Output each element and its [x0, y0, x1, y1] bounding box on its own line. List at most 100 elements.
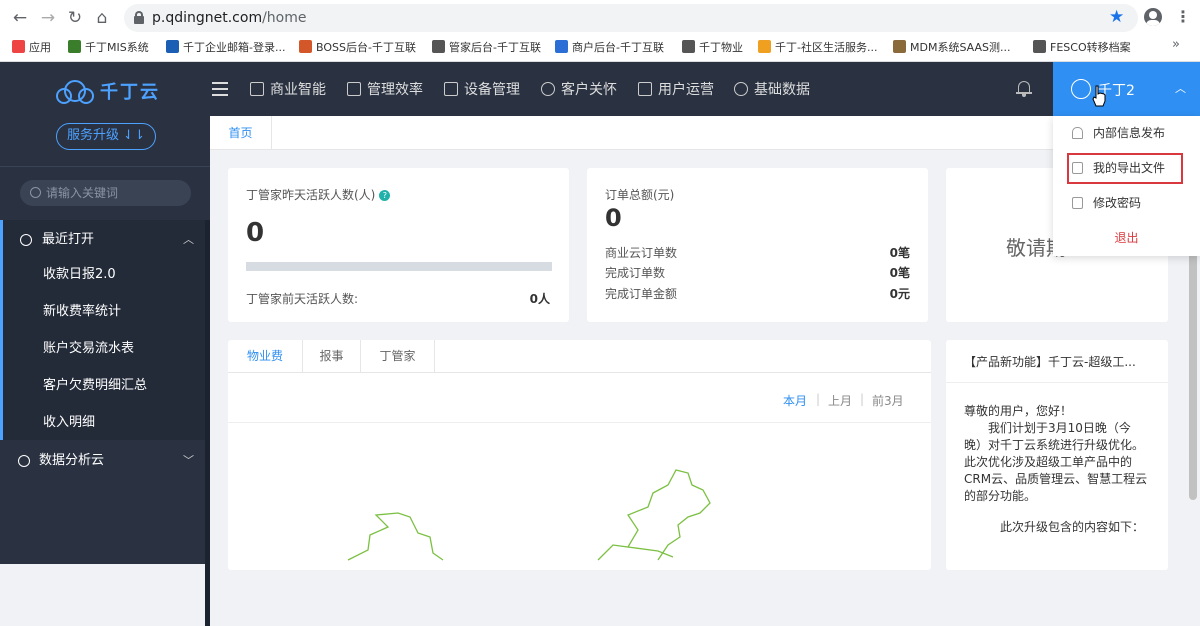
recent-item[interactable]: 新收费率统计 — [43, 295, 193, 329]
bookmark-item[interactable]: 千丁MIS系统 — [68, 39, 149, 55]
card-title-text: 丁管家昨天活跃人数(人) — [246, 188, 376, 202]
bookmark-item[interactable]: FESCO转移档案 — [1033, 39, 1131, 55]
page-tabs: 首页 — [210, 116, 1200, 150]
lock-icon — [134, 11, 144, 24]
bookmark-star-icon[interactable]: ★ — [1109, 7, 1124, 27]
heart-icon — [541, 82, 555, 96]
bookmark-favicon-icon — [166, 40, 179, 53]
bookmark-favicon-icon — [893, 40, 906, 53]
upgrade-button[interactable]: 服务升级 ⇃⇂ — [56, 123, 156, 150]
recent-group: 最近打开 ︿ 收款日报2.0 新收费率统计 账户交易流水表 客户欠费明细汇总 收… — [0, 220, 205, 440]
stats-panel: 物业费 报事 丁管家 本月 | 上月 | 前3月 — [228, 340, 931, 570]
browser-chrome: ← → ↻ ⌂ p.qdingnet.com/home ★ ⋮ 应用 千丁MIS系… — [0, 0, 1200, 62]
bookmark-item[interactable]: MDM系统SAAS测... — [893, 39, 1010, 55]
bookmark-item[interactable]: BOSS后台-千丁互联 — [299, 39, 416, 55]
filter-separator: | — [816, 392, 821, 406]
bookmark-favicon-icon — [68, 40, 81, 53]
bookmark-label: 管家后台-千丁互联 — [449, 41, 541, 54]
divider — [0, 166, 210, 167]
filter-last-3-months[interactable]: 前3月 — [872, 392, 904, 409]
reload-icon[interactable]: ↻ — [66, 9, 84, 27]
user-dropdown: 内部信息发布 我的导出文件 修改密码 退出 — [1053, 116, 1200, 256]
tab-home[interactable]: 首页 — [210, 116, 272, 150]
back-icon[interactable]: ← — [11, 9, 29, 27]
menu-item-change-password[interactable]: 修改密码 — [1053, 186, 1200, 220]
user-menu-button[interactable]: 千丁2 ︿ — [1053, 62, 1200, 116]
bookmarks-overflow-icon[interactable]: » — [1172, 37, 1180, 52]
logo-text: 千丁云 — [100, 82, 160, 103]
highlight-box — [1067, 153, 1183, 184]
active-users-card: 丁管家昨天活跃人数(人)? 0 丁管家前天活跃人数: 0人 — [228, 168, 569, 322]
menu-item-label: 内部信息发布 — [1093, 126, 1166, 140]
forward-icon[interactable]: → — [39, 9, 57, 27]
news-line: 此次升级包含的内容如下： — [964, 520, 1145, 534]
search-icon — [30, 187, 41, 198]
news-line: 我们计划于3月10日晚（今晚）对千丁云系统进行升级优化。此次优化涉及超级工单产品… — [964, 421, 1148, 503]
bookmark-label: MDM系统SAAS测... — [910, 41, 1011, 54]
bookmark-item[interactable]: 千丁物业 — [682, 39, 743, 55]
bookmark-label: FESCO转移档案 — [1050, 41, 1131, 54]
news-title[interactable]: 【产品新功能】千丁云-超级工... — [964, 353, 1136, 370]
filter-this-month[interactable]: 本月 — [783, 392, 807, 409]
nav-label: 设备管理 — [464, 82, 520, 98]
logo[interactable]: 千丁云 — [56, 78, 160, 108]
filter-last-month[interactable]: 上月 — [828, 392, 852, 409]
chevron-up-icon: ︿ — [183, 233, 194, 246]
nav-label: 基础数据 — [754, 82, 810, 98]
bookmark-label: BOSS后台-千丁互联 — [316, 41, 416, 54]
divider — [228, 422, 931, 423]
progress-bar — [246, 262, 552, 271]
home-icon[interactable]: ⌂ — [93, 9, 111, 27]
nav-user-operation[interactable]: 用户运营 — [638, 79, 714, 99]
footer-label: 丁管家前天活跃人数: — [246, 292, 359, 306]
menu-icon[interactable] — [212, 82, 228, 96]
tab-report[interactable]: 报事 — [303, 340, 361, 373]
bookmark-favicon-icon — [758, 40, 771, 53]
bell-icon — [1072, 127, 1083, 139]
nav-device-management[interactable]: 设备管理 — [444, 79, 520, 99]
row-value: 0笔 — [889, 246, 910, 260]
divider — [946, 382, 1168, 383]
menu-item-internal-info[interactable]: 内部信息发布 — [1053, 116, 1200, 150]
bookmark-item[interactable]: 千丁-社区生活服务... — [758, 39, 877, 55]
bookmark-item[interactable]: 商户后台-千丁互联 — [555, 39, 664, 55]
analysis-group-header[interactable]: 数据分析云 ﹀ — [0, 444, 205, 478]
filter-separator: | — [860, 392, 865, 406]
address-bar[interactable]: p.qdingnet.com/home ★ — [124, 4, 1138, 32]
nav-management-efficiency[interactable]: 管理效率 — [347, 79, 423, 99]
recent-item[interactable]: 客户欠费明细汇总 — [43, 369, 193, 403]
more-menu-icon[interactable]: ⋮ — [1175, 8, 1191, 26]
url-text[interactable]: p.qdingnet.com/home — [152, 10, 307, 26]
sidebar-scrollbar[interactable] — [205, 220, 210, 626]
nav-basic-data[interactable]: 基础数据 — [734, 79, 810, 99]
user-card-icon — [638, 82, 652, 96]
search-input[interactable] — [20, 180, 191, 206]
tab-steward[interactable]: 丁管家 — [361, 340, 435, 373]
row-label: 完成订单金额 — [605, 287, 678, 301]
bookmark-favicon-icon — [12, 40, 25, 53]
nav-label: 商业智能 — [270, 82, 326, 98]
recent-item[interactable]: 账户交易流水表 — [43, 332, 193, 366]
row-value: 0笔 — [889, 266, 910, 280]
chevron-up-icon: ︿ — [1175, 82, 1186, 95]
news-line: 尊敬的用户，您好！ — [964, 404, 1073, 418]
logout-button[interactable]: 退出 — [1053, 223, 1200, 253]
device-icon — [444, 82, 458, 96]
cloud-logo-icon — [56, 80, 96, 106]
recent-group-header[interactable]: 最近打开 ︿ — [0, 223, 205, 257]
recent-item[interactable]: 收入明细 — [43, 406, 193, 440]
recent-item[interactable]: 收款日报2.0 — [43, 258, 193, 292]
nav-customer-care[interactable]: 客户关怀 — [541, 79, 617, 99]
bell-icon[interactable] — [1016, 79, 1032, 97]
active-users-value: 0 — [246, 218, 265, 248]
bookmark-item[interactable]: 应用 — [12, 39, 51, 55]
nav-business-intelligence[interactable]: 商业智能 — [250, 79, 326, 99]
bookmark-item[interactable]: 管家后台-千丁互联 — [432, 39, 541, 55]
bookmark-item[interactable]: 千丁企业邮箱-登录... — [166, 39, 285, 55]
bookmark-label: 应用 — [29, 41, 51, 54]
help-icon[interactable]: ? — [379, 190, 391, 201]
profile-icon[interactable] — [1144, 8, 1162, 26]
bookmark-favicon-icon — [432, 40, 445, 53]
bookmark-favicon-icon — [299, 40, 312, 53]
tab-property-fee[interactable]: 物业费 — [228, 340, 303, 373]
